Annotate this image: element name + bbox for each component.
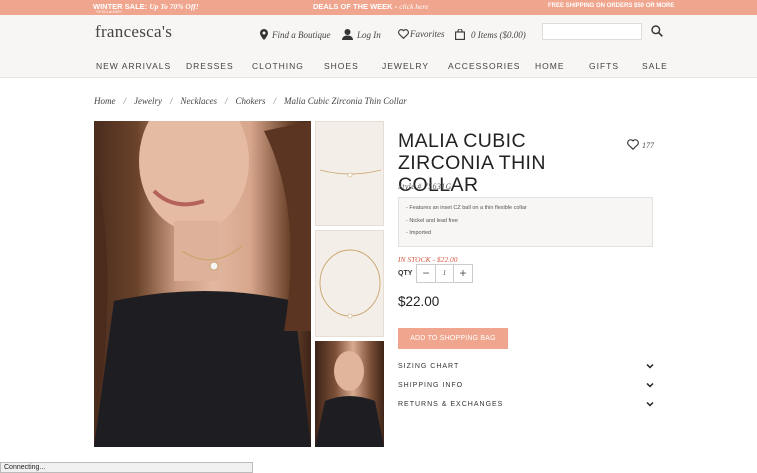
user-icon: [342, 29, 353, 40]
breadcrumb-jewelry[interactable]: Jewelry: [134, 96, 162, 106]
quantity-stepper: − 1 +: [416, 264, 473, 283]
breadcrumb-home[interactable]: Home: [94, 96, 116, 106]
favorites-label: Favorites: [410, 29, 445, 39]
accordion-returns-exchanges[interactable]: RETURNS & EXCHANGES: [398, 401, 654, 408]
login-link[interactable]: Log In: [342, 29, 381, 40]
heart-icon: [398, 29, 409, 39]
breadcrumb-necklaces[interactable]: Necklaces: [181, 96, 217, 106]
stock-status: IN STOCK - $22.00: [398, 255, 458, 264]
product-features: - Features an inset CZ ball on a thin fl…: [398, 197, 653, 247]
shopping-bag-icon: [455, 29, 465, 40]
add-to-bag-button[interactable]: ADD TO SHOPPING BAG: [398, 328, 508, 349]
product-main-image[interactable]: [94, 121, 311, 447]
qty-input[interactable]: 1: [435, 265, 454, 282]
nav-clothing[interactable]: CLOTHING: [252, 61, 304, 71]
breadcrumb-separator: /: [170, 96, 173, 106]
login-label: Log In: [357, 29, 381, 40]
accordion-label: SHIPPING INFO: [398, 382, 464, 389]
promo-bar: WINTER SALE: Up To 70% Off! *DISCLAIMER*…: [0, 0, 757, 15]
accordion-label: SIZING CHART: [398, 363, 460, 370]
qty-increase-button[interactable]: +: [454, 265, 472, 282]
nav-new-arrivals[interactable]: NEW ARRIVALS: [96, 61, 171, 71]
breadcrumb-separator: /: [123, 96, 127, 106]
cart-link[interactable]: 0 Items ($0.00): [455, 29, 526, 40]
product-style-number: Style # 75631G: [398, 182, 452, 191]
feature-item: - Features an inset CZ ball on a thin fl…: [406, 205, 527, 211]
nav-home[interactable]: HOME: [535, 61, 565, 71]
breadcrumb-separator: /: [225, 96, 228, 106]
product-favorite-button[interactable]: 177: [627, 139, 654, 152]
site-header: francesca's Find a Boutique Log In Favor…: [0, 15, 757, 78]
favorites-link[interactable]: Favorites: [398, 29, 445, 39]
breadcrumb-separator: /: [273, 96, 277, 106]
nav-shoes[interactable]: SHOES: [324, 61, 359, 71]
breadcrumb-current: Malia Cubic Zirconia Thin Collar: [284, 96, 407, 106]
qty-decrease-button[interactable]: −: [417, 265, 435, 282]
cart-summary: 0 Items ($0.00): [471, 29, 526, 40]
chevron-down-icon: [646, 381, 654, 391]
search-icon[interactable]: [651, 24, 663, 42]
product-price: $22.00: [398, 294, 440, 309]
chevron-down-icon: [646, 362, 654, 372]
product-thumbnail[interactable]: [315, 230, 384, 337]
feature-item: - Nickel and lead free: [406, 217, 458, 224]
search-input[interactable]: [542, 23, 642, 40]
free-shipping-notice[interactable]: FREE SHIPPING ON ORDERS $50 OR MORE: [548, 3, 674, 9]
find-boutique-label: Find a Boutique: [272, 29, 331, 40]
deals-of-week-link[interactable]: DEALS OF THE WEEK - click here: [313, 2, 428, 11]
feature-item: - Imported: [406, 230, 432, 236]
nav-jewelry[interactable]: JEWELRY: [382, 61, 429, 71]
location-pin-icon: [260, 29, 268, 40]
find-boutique-link[interactable]: Find a Boutique: [260, 29, 331, 40]
heart-icon: [627, 139, 639, 152]
product-thumbnail[interactable]: [315, 341, 384, 447]
chevron-down-icon: [646, 400, 654, 410]
nav-accessories[interactable]: ACCESSORIES: [448, 61, 520, 71]
nav-sale[interactable]: SALE: [642, 61, 668, 71]
favorites-count: 177: [642, 141, 654, 150]
francescas-logo[interactable]: francesca's: [95, 22, 172, 42]
breadcrumb-chokers[interactable]: Chokers: [236, 96, 266, 106]
qty-label: QTY: [398, 270, 413, 277]
browser-status-bar: Connecting...: [0, 462, 253, 473]
accordion-sizing-chart[interactable]: SIZING CHART: [398, 363, 654, 370]
breadcrumb: Home / Jewelry / Necklaces / Chokers / M…: [94, 96, 407, 106]
product-thumbnail[interactable]: [315, 121, 384, 226]
nav-gifts[interactable]: GIFTS: [589, 61, 619, 71]
nav-dresses[interactable]: DRESSES: [186, 61, 234, 71]
disclaimer-link[interactable]: *DISCLAIMER*: [96, 10, 123, 14]
accordion-shipping-info[interactable]: SHIPPING INFO: [398, 382, 654, 389]
accordion-label: RETURNS & EXCHANGES: [398, 401, 504, 408]
